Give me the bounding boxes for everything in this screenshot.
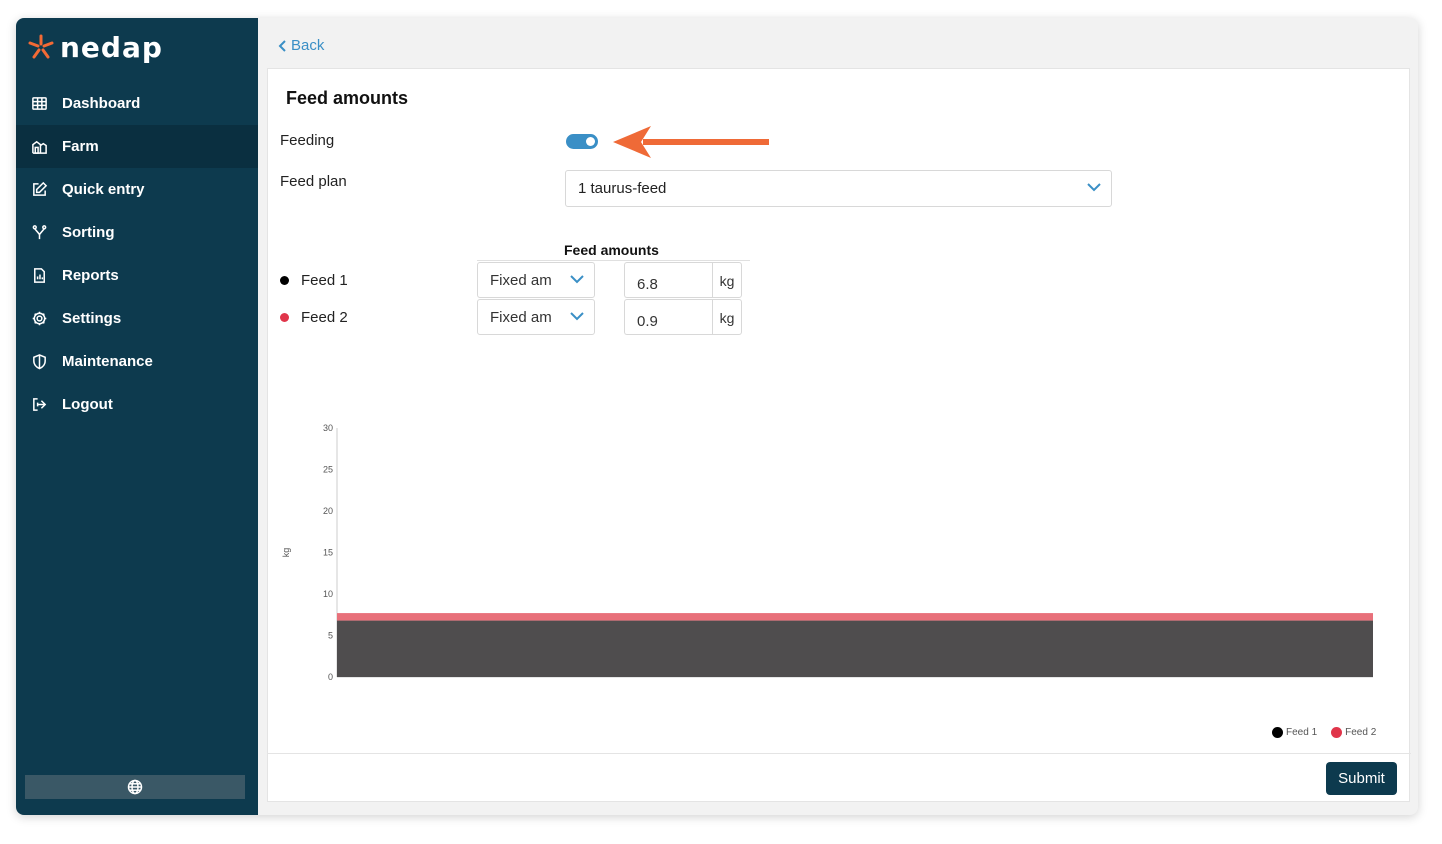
sidebar-item-logout[interactable]: Logout bbox=[16, 383, 258, 426]
farm-icon bbox=[30, 138, 48, 156]
sorting-icon bbox=[30, 224, 48, 242]
feed-mode-value: Fixed am bbox=[490, 309, 552, 326]
sidebar-item-label: Dashboard bbox=[62, 95, 141, 112]
chevron-left-icon bbox=[278, 39, 286, 52]
arrow-annotation-icon bbox=[613, 126, 769, 158]
legend-item[interactable]: Feed 2 bbox=[1331, 727, 1376, 738]
chevron-down-icon bbox=[570, 312, 584, 321]
sidebar-item-label: Settings bbox=[62, 310, 122, 327]
y-tick-label: 0 bbox=[328, 672, 333, 682]
y-tick-label: 30 bbox=[323, 423, 333, 433]
feeding-label: Feeding bbox=[280, 132, 335, 149]
legend-label: Feed 1 bbox=[1286, 727, 1318, 738]
sidebar-item-settings[interactable]: Settings bbox=[16, 297, 258, 340]
area-series-feed-2 bbox=[337, 613, 1373, 621]
feed-mode-select[interactable]: Fixed am bbox=[477, 299, 595, 335]
legend-item[interactable]: Feed 1 bbox=[1272, 727, 1317, 738]
sidebar: nedap Dashboard Farm Quick entry Sorting… bbox=[16, 18, 258, 815]
sidebar-item-quick-entry[interactable]: Quick entry bbox=[16, 168, 258, 211]
language-selector[interactable] bbox=[25, 775, 245, 799]
sidebar-item-label: Maintenance bbox=[62, 353, 153, 370]
feed-amounts-card: Feed amounts Feeding Feed plan 1 taurus-… bbox=[267, 68, 1411, 802]
legend-dot bbox=[1272, 727, 1283, 738]
y-tick-label: 5 bbox=[328, 631, 333, 641]
y-axis-label: kg bbox=[281, 548, 291, 558]
brand-name: nedap bbox=[60, 30, 163, 64]
chevron-down-icon bbox=[1087, 183, 1101, 192]
footer-divider bbox=[268, 753, 1411, 754]
chevron-down-icon bbox=[570, 275, 584, 284]
sidebar-item-label: Logout bbox=[62, 396, 113, 413]
app-window: nedap Dashboard Farm Quick entry Sorting… bbox=[16, 18, 1418, 815]
sidebar-item-reports[interactable]: Reports bbox=[16, 254, 258, 297]
sidebar-item-sorting[interactable]: Sorting bbox=[16, 211, 258, 254]
back-link[interactable]: Back bbox=[278, 37, 324, 54]
nedap-logo[interactable]: nedap bbox=[28, 30, 163, 64]
y-tick-label: 20 bbox=[323, 506, 333, 516]
edit-icon bbox=[30, 181, 48, 199]
sidebar-nav: Dashboard Farm Quick entry Sorting Repor… bbox=[16, 82, 258, 426]
sidebar-item-label: Farm bbox=[62, 138, 99, 155]
shield-icon bbox=[30, 353, 48, 371]
gear-icon bbox=[30, 310, 48, 328]
sidebar-item-dashboard[interactable]: Dashboard bbox=[16, 82, 258, 125]
sidebar-item-label: Sorting bbox=[62, 224, 115, 241]
feed-amount-input[interactable] bbox=[624, 262, 713, 298]
feed-mode-value: Fixed am bbox=[490, 272, 552, 289]
sidebar-item-label: Reports bbox=[62, 267, 119, 284]
unit-label: kg bbox=[712, 262, 742, 298]
chart-legend: Feed 1 Feed 2 bbox=[1272, 727, 1390, 738]
sidebar-item-farm[interactable]: Farm bbox=[16, 125, 258, 168]
feed-plan-select[interactable]: 1 taurus-feed bbox=[565, 170, 1112, 207]
logout-icon bbox=[30, 396, 48, 414]
submit-button[interactable]: Submit bbox=[1326, 762, 1397, 795]
feed-chart-svg: 0 5 10 15 20 25 30 kg bbox=[281, 423, 1373, 682]
globe-icon bbox=[127, 779, 143, 795]
feed-row: Feed 1 Fixed am kg bbox=[280, 262, 742, 298]
feed-color-dot bbox=[280, 313, 289, 322]
feed-plan-label: Feed plan bbox=[280, 173, 347, 190]
feed-mode-select[interactable]: Fixed am bbox=[477, 262, 595, 298]
sidebar-item-maintenance[interactable]: Maintenance bbox=[16, 340, 258, 383]
feed-amount-input[interactable] bbox=[624, 299, 713, 335]
feed-row: Feed 2 Fixed am kg bbox=[280, 299, 742, 335]
feed-plan-value: 1 taurus-feed bbox=[578, 180, 667, 197]
feed-chart: 0 5 10 15 20 25 30 kg bbox=[276, 419, 1396, 749]
feeding-toggle[interactable] bbox=[566, 134, 598, 149]
star-icon bbox=[28, 34, 54, 59]
top-bar: Back bbox=[258, 18, 1418, 68]
sidebar-item-label: Quick entry bbox=[62, 181, 145, 198]
unit-label: kg bbox=[712, 299, 742, 335]
header-divider bbox=[477, 260, 750, 261]
y-tick-label: 25 bbox=[323, 465, 333, 475]
legend-label: Feed 2 bbox=[1345, 727, 1377, 738]
page-title: Feed amounts bbox=[286, 88, 409, 108]
table-icon bbox=[30, 95, 48, 113]
area-series-feed-1 bbox=[337, 620, 1373, 677]
legend-dot bbox=[1331, 727, 1343, 738]
y-tick-label: 10 bbox=[323, 589, 333, 599]
feed-name: Feed 2 bbox=[301, 309, 348, 326]
feed-amounts-header: Feed amounts bbox=[564, 242, 659, 258]
y-tick-label: 15 bbox=[323, 548, 333, 558]
back-label: Back bbox=[291, 37, 325, 54]
report-icon bbox=[30, 267, 48, 285]
feed-name: Feed 1 bbox=[301, 272, 348, 289]
feed-color-dot bbox=[280, 276, 289, 285]
